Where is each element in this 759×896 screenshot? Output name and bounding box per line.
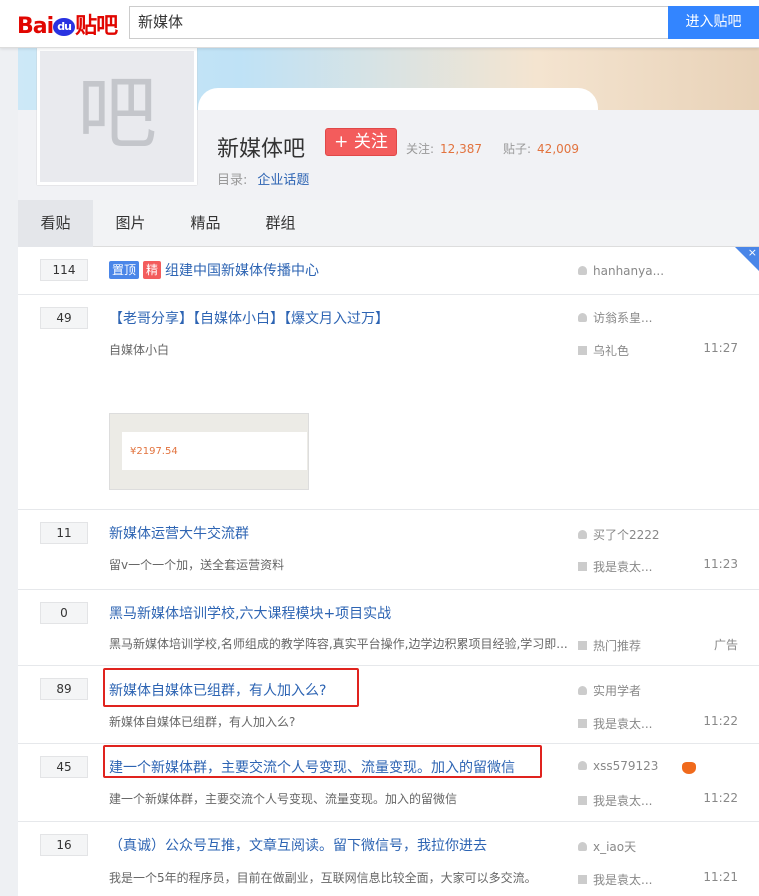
reply-count: 89 (40, 678, 88, 700)
tab-featured[interactable]: 精品 (168, 200, 243, 247)
comment-icon (578, 719, 587, 728)
thread-row: 16 （真诚）公众号互推，文章互阅读。留下微信号，我拉你进去 我是一个5年的程序… (18, 822, 759, 896)
comment-icon (578, 346, 587, 355)
thread-title-text[interactable]: 组建中国新媒体传播中心 (165, 263, 319, 279)
follow-button[interactable]: + 关注 (325, 128, 397, 156)
reply-count: 11 (40, 522, 88, 544)
thread-abstract: 我是一个5年的程序员，目前在做副业，互联网信息比较全面，大家可以多交流。 (109, 871, 537, 885)
directory-label: 目录: (217, 173, 248, 188)
top-bar: Bai du 贴吧 新媒体 进入贴吧 (0, 0, 759, 48)
reply-count: 114 (40, 259, 88, 281)
directory-link[interactable]: 企业话题 (257, 173, 309, 188)
user-icon (578, 530, 587, 539)
thread-author[interactable]: x_iao天 (578, 838, 636, 855)
logo-text: Bai (17, 14, 54, 39)
followers-count: 12,387 (440, 142, 483, 156)
thread-row: 49 【老哥分享】【自媒体小白】【爆文月入过万】 自媒体小白 ¥2197.54 … (18, 295, 759, 510)
author-name[interactable]: 实用学者 (593, 684, 641, 698)
thread-title[interactable]: 新媒体运营大牛交流群 (109, 523, 249, 543)
reply-count: 16 (40, 834, 88, 856)
search-input[interactable]: 新媒体 (129, 6, 669, 39)
posts-label: 贴子: (503, 142, 532, 156)
thumbnail-card: ¥2197.54 (122, 432, 307, 470)
user-icon (578, 686, 587, 695)
last-reply-name[interactable]: 我是袁太... (593, 873, 652, 887)
last-reply[interactable]: 乌礼色 (578, 342, 629, 359)
user-icon (578, 266, 587, 275)
thread-row: 11 新媒体运营大牛交流群 留v一个一个加，送全套运营资料 买了个2222 我是… (18, 510, 759, 590)
highlight-box (103, 745, 542, 778)
tab-images[interactable]: 图片 (93, 200, 168, 247)
user-icon (578, 313, 587, 322)
thread-abstract: 留v一个一个加，送全套运营资料 (109, 558, 285, 572)
comment-icon (578, 796, 587, 805)
author-name[interactable]: x_iao天 (593, 840, 636, 854)
thread-abstract: 建一个新媒体群，主要交流个人号变现、流量变现。加入的留微信 (109, 792, 458, 806)
thread-abstract: 新媒体自媒体已组群，有人加入么? (109, 715, 296, 729)
last-reply-name[interactable]: 热门推荐 (593, 639, 641, 653)
thumbnail-amount: ¥2197.54 (130, 446, 178, 457)
tab-posts[interactable]: 看贴 (18, 200, 93, 247)
baidu-tieba-logo[interactable]: Bai du 贴吧 (17, 8, 118, 40)
author-name[interactable]: xss579123 (593, 759, 658, 773)
posts-count: 42,009 (537, 142, 580, 156)
last-reply[interactable]: 我是袁太... (578, 792, 652, 809)
forum-avatar: 吧 (37, 48, 197, 185)
reply-count: 0 (40, 602, 88, 624)
forum-name[interactable]: 新媒体吧 (217, 131, 305, 163)
thread-row: 114 置顶精组建中国新媒体传播中心 hanhanya... (18, 247, 759, 295)
last-reply-name[interactable]: 乌礼色 (593, 344, 629, 358)
thread-author[interactable]: 访翁系皇... (578, 309, 652, 326)
good-badge: 精 (143, 261, 162, 279)
reply-count: 49 (40, 307, 88, 329)
highlight-box (103, 668, 359, 707)
last-reply[interactable]: 我是袁太... (578, 871, 652, 888)
reply-count: 45 (40, 756, 88, 778)
user-badge-icon (682, 762, 696, 774)
user-icon (578, 842, 587, 851)
followers-label: 关注: (406, 142, 435, 156)
last-reply-time: 11:23 (703, 557, 738, 571)
directory: 目录: 企业话题 (217, 169, 309, 188)
thread-abstract: 黑马新媒体培训学校,名师组成的教学阵容,真实平台操作,边学边积累项目经验,学习即… (109, 637, 568, 651)
comment-icon (578, 641, 587, 650)
thread-title[interactable]: 黑马新媒体培训学校,六大课程模块+项目实战 (109, 603, 391, 623)
enter-forum-button[interactable]: 进入贴吧 (668, 6, 759, 39)
thread-author[interactable]: 实用学者 (578, 682, 641, 699)
thread-author[interactable]: hanhanya... (578, 264, 664, 278)
logo-suffix: 贴吧 (75, 14, 118, 39)
thread-thumbnail[interactable]: ¥2197.54 (109, 413, 309, 490)
ad-label: 广告 (713, 638, 738, 652)
pinned-badge: 置顶 (109, 261, 140, 279)
posts-stat: 贴子: 42,009 (503, 140, 579, 157)
forum-tabs: 看贴 图片 精品 群组 (18, 200, 759, 247)
thread-title[interactable]: 【老哥分享】【自媒体小白】【爆文月入过万】 (109, 308, 389, 328)
last-reply-time: 11:22 (703, 714, 738, 728)
author-name[interactable]: 访翁系皇... (593, 311, 652, 325)
thread-title[interactable]: （真诚）公众号互推，文章互阅读。留下微信号，我拉你进去 (109, 835, 487, 855)
last-reply[interactable]: 热门推荐 (578, 637, 641, 654)
followers-stat: 关注: 12,387 (406, 140, 482, 157)
last-reply[interactable]: 我是袁太... (578, 715, 652, 732)
tab-groups[interactable]: 群组 (243, 200, 318, 247)
last-reply-name[interactable]: 我是袁太... (593, 717, 652, 731)
last-reply-time: 11:27 (703, 341, 738, 355)
last-reply-time: 11:21 (703, 870, 738, 884)
thread-author[interactable]: xss579123 (578, 759, 658, 773)
thread-list: × 114 置顶精组建中国新媒体传播中心 hanhanya... 49 【老哥分… (18, 246, 759, 896)
thread-author[interactable]: 买了个2222 (578, 526, 660, 543)
thread-title[interactable]: 置顶精组建中国新媒体传播中心 (109, 260, 319, 280)
last-reply-time: 11:22 (703, 791, 738, 805)
thread-row-ad: 0 黑马新媒体培训学校,六大课程模块+项目实战 黑马新媒体培训学校,名师组成的教… (18, 590, 759, 666)
last-reply-name[interactable]: 我是袁太... (593, 560, 652, 574)
logo-paw-icon: du (53, 18, 76, 36)
comment-icon (578, 875, 587, 884)
last-reply-name[interactable]: 我是袁太... (593, 794, 652, 808)
user-icon (578, 761, 587, 770)
thread-abstract: 自媒体小白 (109, 343, 170, 357)
author-name[interactable]: 买了个2222 (593, 528, 660, 542)
comment-icon (578, 562, 587, 571)
last-reply[interactable]: 我是袁太... (578, 558, 652, 575)
author-name[interactable]: hanhanya... (593, 264, 664, 278)
